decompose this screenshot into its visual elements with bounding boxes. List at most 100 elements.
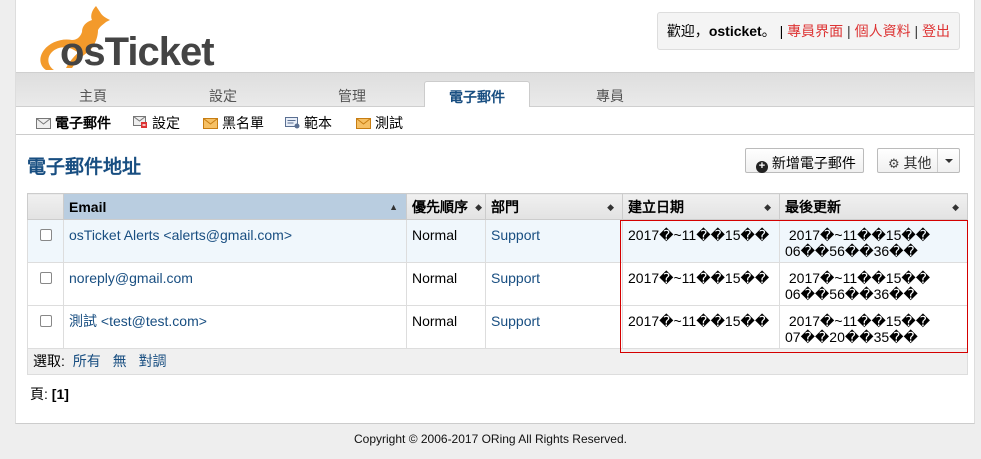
footer-copyright: Copyright © 2006-2017 ORing All Rights R… — [354, 432, 627, 446]
sub-nav: 電子郵件 設定 黑名單 範本 測試 — [16, 107, 974, 135]
welcome-prefix: 歡迎， — [666, 23, 709, 39]
table-row: osTicket Alerts <alerts@gmail.com> Norma… — [27, 219, 968, 263]
email-link[interactable]: noreply@gmail.com — [69, 270, 193, 286]
envelope-icon — [36, 116, 51, 129]
column-header-label: 建立日期 — [628, 198, 684, 215]
template-icon — [285, 116, 300, 129]
logout-link[interactable]: 登出 — [922, 23, 950, 39]
priority-cell: Normal — [406, 305, 486, 349]
subnav-label: 黑名單 — [222, 115, 264, 131]
department-cell: Support — [485, 305, 623, 349]
department-cell: Support — [485, 219, 623, 263]
department-link[interactable]: Support — [491, 227, 540, 243]
select-controls: 選取: 所有 無 對調 — [27, 348, 968, 375]
row-select-cell — [27, 262, 64, 306]
column-header-label: 優先順序 — [412, 198, 468, 215]
more-actions-button[interactable]: ⚙ 其他 — [877, 148, 960, 173]
priority-cell: Normal — [406, 262, 486, 306]
subnav-item-emails[interactable]: 電子郵件 — [36, 113, 111, 133]
select-none-link[interactable]: 無 — [113, 353, 127, 369]
row-checkbox[interactable] — [39, 229, 52, 241]
subnav-item-templates[interactable]: 範本 — [285, 113, 332, 133]
pager-label: 頁: — [30, 386, 48, 402]
subnav-item-banlist[interactable]: 黑名單 — [203, 113, 264, 133]
subnav-item-settings[interactable]: 設定 — [133, 113, 180, 133]
plus-circle-icon: + — [756, 161, 768, 173]
row-checkbox[interactable] — [39, 315, 52, 327]
updated-time: 06��56��36�� — [785, 286, 918, 302]
updated-time: 07��20��35�� — [785, 329, 918, 345]
email-link[interactable]: osTicket Alerts <alerts@gmail.com> — [69, 227, 292, 243]
page-title: 電子郵件地址 — [27, 157, 142, 178]
agent-panel-link[interactable]: 專員界面 — [787, 23, 843, 39]
column-header-created[interactable]: 建立日期 ◆ — [622, 193, 780, 220]
row-select-cell — [27, 219, 64, 263]
column-header-label: 部門 — [491, 198, 519, 215]
updated-time: 06��56��36�� — [785, 243, 918, 259]
main-nav: 主頁 設定 管理 電子郵件 專員 — [16, 72, 974, 109]
sort-icon: ◆ — [764, 202, 771, 212]
priority-cell: Normal — [406, 219, 486, 263]
add-email-button[interactable]: + 新增電子郵件 — [745, 148, 864, 173]
updated-cell: 2017�~11��15�� 07��20��35�� — [779, 305, 968, 349]
user-info-box: 歡迎，osticket。 | 專員界面 | 個人資料 | 登出 — [656, 12, 960, 50]
link-separator: | — [847, 23, 851, 39]
column-header-email[interactable]: Email ▲ — [63, 193, 407, 220]
table-footer-row: 選取: 所有 無 對調 — [27, 348, 968, 375]
updated-cell: 2017�~11��15�� 06��56��36�� — [779, 262, 968, 306]
current-page[interactable]: [1] — [52, 386, 69, 402]
pagination: 頁: [1] — [30, 384, 69, 404]
created-cell: 2017�~11��15�� — [622, 219, 780, 263]
column-header-department[interactable]: 部門 ◆ — [485, 193, 623, 220]
sort-icon: ◆ — [952, 202, 959, 212]
profile-link[interactable]: 個人資料 — [855, 23, 911, 39]
chevron-down-icon[interactable] — [937, 149, 959, 172]
select-label: 選取: — [33, 353, 65, 369]
updated-date: 2017�~11��15�� — [785, 227, 931, 243]
add-email-label: 新增電子郵件 — [771, 155, 856, 171]
subnav-label: 設定 — [152, 115, 180, 131]
updated-cell: 2017�~11��15�� 06��56��36�� — [779, 219, 968, 263]
department-link[interactable]: Support — [491, 270, 540, 286]
created-cell: 2017�~11��15�� — [622, 305, 780, 349]
column-header-updated[interactable]: 最後更新 ◆ — [779, 193, 968, 220]
row-checkbox[interactable] — [39, 272, 52, 284]
page-frame: osTicket 歡迎，osticket。 | 專員界面 | 個人資料 | 登出… — [15, 0, 975, 424]
column-header-priority[interactable]: 優先順序 ◆ — [406, 193, 486, 220]
select-toggle-link[interactable]: 對調 — [139, 353, 167, 369]
welcome-suffix: 。 | — [761, 23, 784, 39]
column-header-label: 最後更新 — [785, 198, 841, 215]
table-row: noreply@gmail.com Normal Support 2017�~1… — [27, 262, 968, 306]
tab-settings[interactable]: 設定 — [209, 86, 237, 106]
gear-icon: ⚙ — [888, 156, 900, 171]
envelope-settings-icon — [133, 116, 148, 128]
tab-emails[interactable]: 電子郵件 — [424, 81, 530, 109]
table-header-row: Email ▲ 優先順序 ◆ 部門 ◆ 建立日期 ◆ 最後更新 ◆ — [27, 193, 968, 220]
table-row: 測試 <test@test.com> Normal Support 2017�~… — [27, 305, 968, 349]
department-cell: Support — [485, 262, 623, 306]
department-link[interactable]: Support — [491, 313, 540, 329]
sort-ascending-icon: ▲ — [389, 202, 398, 212]
tab-agents[interactable]: 專員 — [596, 86, 624, 106]
logo-text: osTicket — [60, 30, 215, 74]
test-email-icon — [356, 116, 371, 129]
more-label: 其他 — [903, 155, 932, 171]
updated-date: 2017�~11��15�� — [785, 313, 931, 329]
username: osticket — [708, 23, 762, 39]
subnav-label: 範本 — [304, 115, 332, 131]
banned-envelope-icon — [203, 116, 218, 129]
email-cell: osTicket Alerts <alerts@gmail.com> — [63, 219, 407, 263]
email-link[interactable]: 測試 <test@test.com> — [69, 313, 207, 329]
tab-dashboard[interactable]: 主頁 — [79, 86, 107, 106]
select-column-header — [27, 193, 64, 220]
row-select-cell — [27, 305, 64, 349]
sort-icon: ◆ — [607, 202, 614, 212]
column-header-label: Email — [69, 198, 107, 215]
email-cell: noreply@gmail.com — [63, 262, 407, 306]
email-cell: 測試 <test@test.com> — [63, 305, 407, 349]
created-cell: 2017�~11��15�� — [622, 262, 780, 306]
tab-manage[interactable]: 管理 — [338, 86, 366, 106]
select-all-link[interactable]: 所有 — [73, 353, 101, 369]
osticket-logo[interactable]: osTicket — [26, 2, 226, 72]
subnav-item-diagnostic[interactable]: 測試 — [356, 113, 403, 133]
